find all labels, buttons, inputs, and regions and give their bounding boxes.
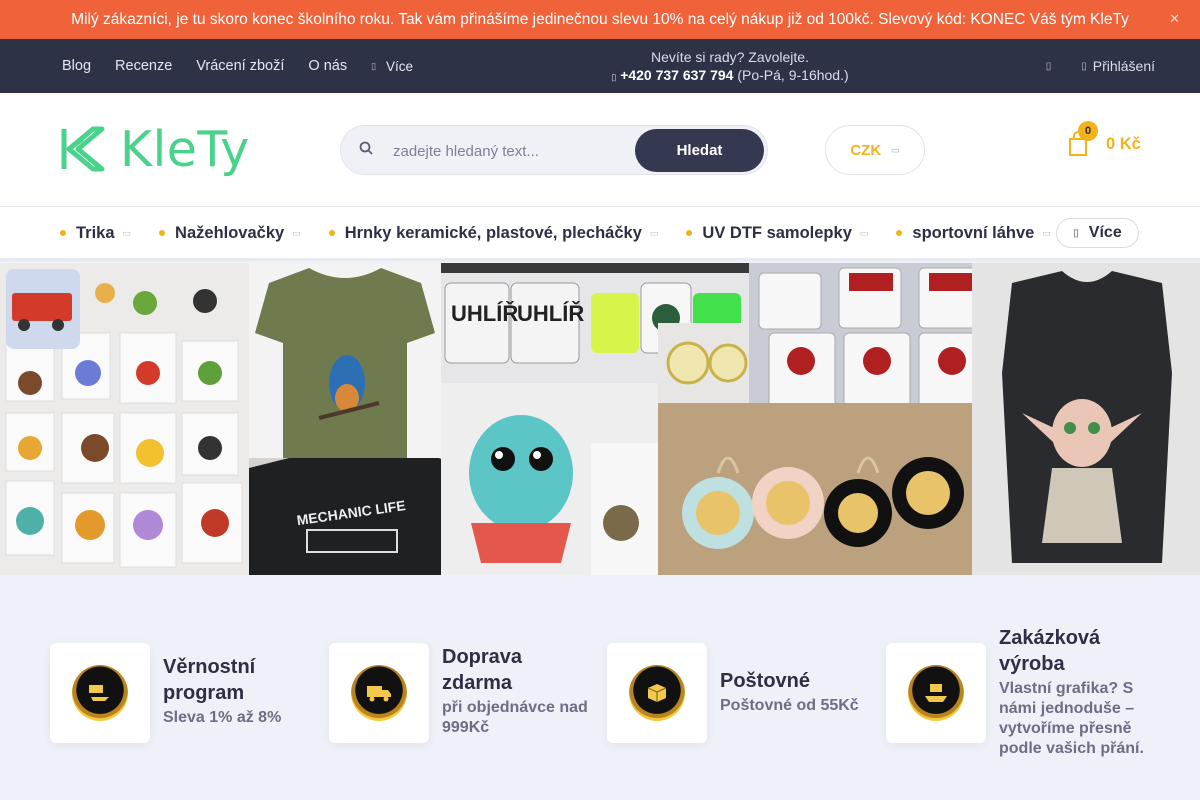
category-label: Nažehlovačky (175, 223, 285, 242)
top-nav-returns[interactable]: Vrácení zboží (196, 58, 284, 74)
close-icon[interactable]: ✕ (1169, 11, 1180, 27)
feature-postage: Poštovné Poštovné od 55Kč (607, 620, 877, 770)
category-dot-icon (60, 230, 66, 236)
top-nav-more[interactable]: ▯ Více (371, 59, 413, 74)
chevron-down-icon: ▭ (859, 227, 869, 238)
category-list: Trika ▭ Nažehlovačky ▭ Hrnky keramické, … (60, 207, 1051, 259)
banner-photo-badges (658, 323, 749, 403)
feature-free-shipping: Doprava zdarma při objednávce nad 999Kč (329, 620, 599, 770)
phone-icon: ▯ (611, 72, 617, 82)
support-contact: Nevíte si rady? Zavolejte. ▯ +420 737 63… (580, 48, 880, 86)
login-link[interactable]: ▯ Přihlášení (1081, 58, 1155, 74)
top-nav-reviews[interactable]: Recenze (115, 58, 172, 74)
phone-number: +420 737 637 794 (620, 67, 734, 83)
category-label: UV DTF samolepky (702, 223, 852, 242)
category-item-trika[interactable]: Trika ▭ (60, 224, 131, 243)
top-right-actions: ▯ ▯ Přihlášení (1046, 39, 1155, 93)
loyalty-icon (50, 643, 150, 743)
wishlist-icon[interactable]: ▯ (1046, 61, 1052, 72)
feature-title: Zakázková výroba (999, 627, 1101, 675)
chevron-down-icon: ▭ (891, 144, 900, 155)
feature-list: Věrnostní program Sleva 1% až 8% Doprava… (50, 620, 1160, 770)
top-nav-more-label: Více (386, 58, 414, 74)
truck-icon (329, 643, 429, 743)
top-nav-about[interactable]: O nás (308, 58, 347, 74)
feature-text: Zakázková výroba Vlastní grafika? S námi… (999, 625, 1159, 759)
feature-text: Poštovné Poštovné od 55Kč (720, 668, 859, 716)
feature-title: Doprava zdarma (442, 646, 523, 694)
category-dot-icon (686, 230, 693, 236)
feature-subtitle: Poštovné od 55Kč (720, 697, 859, 714)
cart-count-badge: 0 (1078, 121, 1098, 141)
category-more-button[interactable]: ▯ Více (1056, 218, 1139, 248)
cart[interactable]: 0 0 Kč (1068, 121, 1141, 157)
support-line: Nevíte si rady? Zavolejte. (651, 49, 809, 65)
package-icon (607, 643, 707, 743)
category-label: sportovní láhve (912, 223, 1035, 242)
category-label: Trika (76, 223, 115, 242)
feature-text: Věrnostní program Sleva 1% až 8% (163, 654, 281, 728)
currency-label: CZK (850, 141, 882, 159)
banner-photo-stickers (0, 263, 249, 575)
cart-icon: 0 (1068, 121, 1098, 157)
feature-loyalty: Věrnostní program Sleva 1% až 8% (50, 620, 320, 770)
hero-banner[interactable]: MECHANIC LIFE UHLÍŘ UHLÍŘ (0, 263, 1200, 575)
banner-photo-kingfisher-shirt (249, 263, 441, 458)
feature-subtitle: při objednávce nad 999Kč (442, 699, 588, 736)
feature-subtitle: Sleva 1% až 8% (163, 709, 282, 726)
banner-photo-keychains (658, 403, 972, 575)
feature-title: Věrnostní program (163, 656, 256, 704)
category-dot-icon (159, 230, 166, 236)
user-icon: ▯ (1081, 60, 1087, 72)
category-dot-icon (328, 230, 335, 236)
category-label: Hrnky keramické, plastové, plecháčky (344, 223, 642, 242)
svg-text:UHLÍŘ: UHLÍŘ (451, 301, 518, 326)
category-item-lahve[interactable]: sportovní láhve ▭ (896, 223, 1051, 243)
logo-mark-icon (61, 126, 105, 172)
category-item-uv-dtf[interactable]: UV DTF samolepky ▭ (686, 224, 868, 243)
feature-custom-production: Zakázková výroba Vlastní grafika? S námi… (886, 620, 1160, 770)
support-phone[interactable]: ▯ +420 737 637 794 (Po-Pá, 9-16hod.) (580, 66, 880, 86)
category-item-nazehlovacky[interactable]: Nažehlovačky ▭ (159, 224, 301, 243)
search-input[interactable] (393, 136, 633, 166)
menu-icon: ▯ (1073, 227, 1079, 239)
search-bar: Hledat (340, 125, 768, 175)
menu-icon: ▯ (371, 60, 377, 71)
logo[interactable]: KleTy (60, 117, 280, 181)
category-nav: Trika ▭ Nažehlovačky ▭ Hrnky keramické, … (0, 207, 1200, 261)
top-bar: Blog Recenze Vrácení zboží O nás ▯ Více … (0, 39, 1200, 93)
category-dot-icon (896, 230, 903, 236)
top-nav-blog[interactable]: Blog (62, 58, 91, 74)
feature-subtitle: Vlastní grafika? S námi jednoduše – vytv… (999, 680, 1144, 757)
svg-text:UHLÍŘ: UHLÍŘ (517, 301, 584, 326)
announcement-bar: Milý zákazníci, je tu skoro konec školní… (0, 0, 1200, 39)
banner-photo-dino (441, 383, 658, 575)
logo-text: KleTy (120, 120, 250, 178)
feature-text: Doprava zdarma při objednávce nad 999Kč (442, 644, 602, 738)
feature-title: Poštovné (720, 670, 811, 692)
chevron-down-icon: ▭ (1042, 227, 1051, 238)
currency-selector[interactable]: CZK ▭ (825, 125, 925, 175)
category-more-label: Více (1088, 224, 1122, 241)
chevron-down-icon: ▭ (292, 227, 301, 238)
cart-total: 0 Kč (1106, 134, 1141, 153)
search-icon (359, 141, 373, 158)
chevron-down-icon: ▭ (649, 227, 659, 238)
banner-photo-dobby-shirt (972, 263, 1200, 575)
category-item-hrnky[interactable]: Hrnky keramické, plastové, plecháčky ▭ (328, 223, 659, 243)
custom-production-icon (886, 643, 986, 743)
site-header: KleTy Hledat CZK ▭ 0 0 Kč (0, 93, 1200, 207)
support-hours: (Po-Pá, 9-16hod.) (737, 67, 849, 83)
chevron-down-icon: ▭ (122, 227, 132, 238)
login-label: Přihlášení (1092, 58, 1155, 74)
announcement-text: Milý zákazníci, je tu skoro konec školní… (71, 10, 1129, 28)
search-button[interactable]: Hledat (635, 129, 764, 172)
top-nav: Blog Recenze Vrácení zboží O nás ▯ Více (62, 39, 413, 93)
